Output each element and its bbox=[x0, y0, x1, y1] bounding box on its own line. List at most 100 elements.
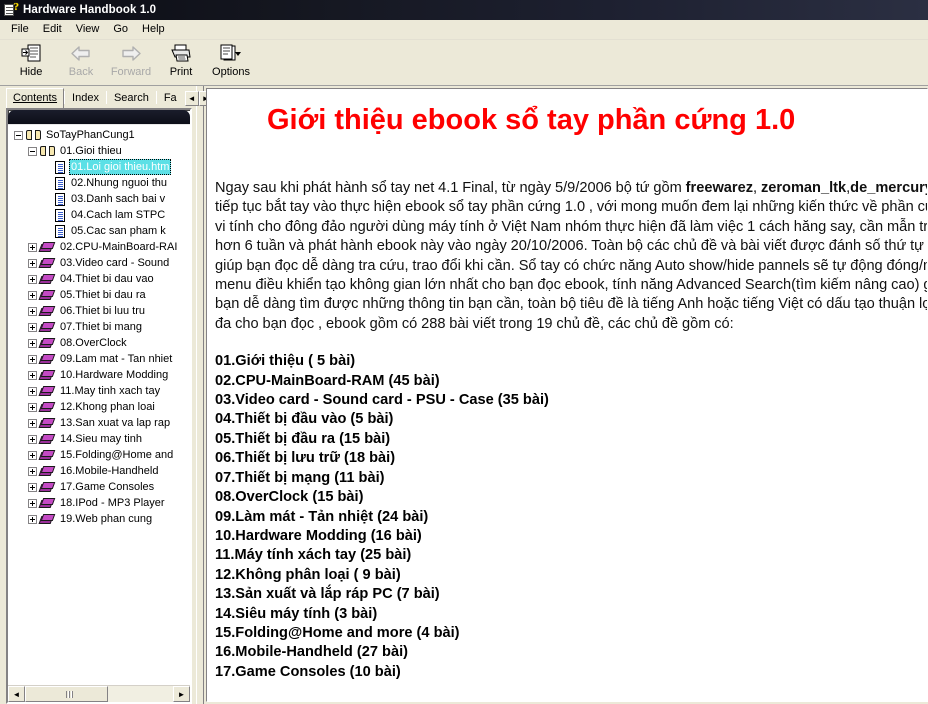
arrow-right-icon bbox=[120, 42, 142, 64]
tree-node[interactable]: 02.CPU-MainBoard-RAI bbox=[8, 239, 190, 255]
print-button[interactable]: Print bbox=[156, 40, 206, 82]
paragraph-text: tiếp tục bắt tay vào thực hiện ebook sổ … bbox=[215, 199, 927, 332]
expand-plus-icon[interactable] bbox=[28, 354, 37, 364]
tree-node[interactable]: 14.Sieu may tinh bbox=[8, 431, 190, 447]
book-closed-icon bbox=[38, 497, 56, 509]
expand-plus-icon[interactable] bbox=[28, 466, 37, 476]
expand-plus-icon[interactable] bbox=[28, 322, 37, 332]
menu-item-edit[interactable]: Edit bbox=[36, 21, 69, 38]
tab-favorites[interactable]: Fa bbox=[156, 88, 184, 108]
tree-node[interactable]: 18.IPod - MP3 Player bbox=[8, 495, 190, 511]
expand-plus-icon[interactable] bbox=[28, 514, 37, 524]
topic-list-item: 05.Thiết bị đầu ra (15 bài) bbox=[215, 430, 391, 447]
tab-contents-label: Contents bbox=[13, 92, 58, 104]
topic-list-item: 16.Mobile-Handheld (27 bài) bbox=[215, 644, 408, 661]
expand-plus-icon[interactable] bbox=[28, 290, 37, 300]
navigation-pane: Contents Index Search Fa ◄ ► SoTayPhanCu… bbox=[0, 86, 213, 704]
help-document-icon: ? bbox=[3, 2, 19, 18]
expand-plus-icon[interactable] bbox=[28, 274, 37, 284]
tree-node[interactable]: 10.Hardware Modding bbox=[8, 367, 190, 383]
tree-node[interactable]: 07.Thiet bi mang bbox=[8, 319, 190, 335]
tree-horizontal-scrollbar[interactable]: ◄ ► bbox=[8, 685, 190, 702]
expand-plus-icon[interactable] bbox=[28, 418, 37, 428]
tree-node[interactable]: 04.Cach lam STPC bbox=[8, 207, 190, 223]
options-icon bbox=[219, 42, 243, 64]
page-icon bbox=[54, 208, 66, 222]
menu-item-file[interactable]: File bbox=[4, 21, 36, 38]
hscroll-track[interactable] bbox=[25, 686, 173, 702]
back-button[interactable]: Back bbox=[56, 40, 106, 82]
tree-node[interactable]: 02.Nhung nguoi thu bbox=[8, 175, 190, 191]
tree-node[interactable]: 04.Thiet bi dau vao bbox=[8, 271, 190, 287]
forward-button[interactable]: Forward bbox=[106, 40, 156, 82]
tab-scroll-left-icon[interactable]: ◄ bbox=[184, 91, 199, 106]
arrow-left-icon bbox=[70, 42, 92, 64]
tree-node-label: 02.CPU-MainBoard-RAI bbox=[60, 241, 178, 253]
paragraph-emphasis: freewarez bbox=[685, 180, 754, 196]
book-open-icon bbox=[40, 145, 55, 157]
expand-plus-icon[interactable] bbox=[28, 482, 37, 492]
tree-node-label: 15.Folding@Home and bbox=[60, 449, 174, 461]
menu-item-go[interactable]: Go bbox=[106, 21, 135, 38]
tree-node[interactable]: 15.Folding@Home and bbox=[8, 447, 190, 463]
expand-plus-icon[interactable] bbox=[28, 386, 37, 396]
book-closed-icon bbox=[38, 241, 56, 253]
expand-plus-icon[interactable] bbox=[28, 434, 37, 444]
expand-plus-icon[interactable] bbox=[28, 306, 37, 316]
expand-plus-icon[interactable] bbox=[28, 402, 37, 412]
tree-node[interactable]: 03.Danh sach bai v bbox=[8, 191, 190, 207]
hide-pane-icon bbox=[21, 42, 41, 64]
paragraph-emphasis: de_ bbox=[850, 180, 876, 196]
tab-search[interactable]: Search bbox=[106, 88, 156, 108]
options-button-label: Options bbox=[212, 66, 250, 78]
tree-node[interactable]: 19.Web phan cung bbox=[8, 511, 190, 527]
tree-node[interactable]: 05.Cac san pham k bbox=[8, 223, 190, 239]
menu-item-view[interactable]: View bbox=[69, 21, 107, 38]
tree-node[interactable]: 06.Thiet bi luu tru bbox=[8, 303, 190, 319]
tree-node[interactable]: 03.Video card - Sound bbox=[8, 255, 190, 271]
title-bar: ? Hardware Handbook 1.0 bbox=[0, 0, 928, 20]
collapse-minus-icon[interactable] bbox=[28, 146, 37, 156]
tree-node-label: 09.Lam mat - Tan nhiet bbox=[60, 353, 173, 365]
tab-contents[interactable]: Contents bbox=[6, 88, 65, 108]
tab-index-label: Index bbox=[72, 92, 99, 104]
book-closed-icon bbox=[38, 257, 56, 269]
book-closed-icon bbox=[38, 321, 56, 333]
hscroll-grip-icon bbox=[65, 690, 67, 698]
contents-tree[interactable]: SoTayPhanCung1 01.Gioi thieu 01.Loi gioi t… bbox=[8, 125, 190, 685]
tree-node[interactable]: 12.Khong phan loai bbox=[8, 399, 190, 415]
hide-button[interactable]: Hide bbox=[6, 40, 56, 82]
expand-plus-icon[interactable] bbox=[28, 258, 37, 268]
tree-node-label: 17.Game Consoles bbox=[60, 481, 155, 493]
hscroll-thumb[interactable] bbox=[25, 686, 108, 702]
collapse-minus-icon[interactable] bbox=[14, 130, 23, 140]
tree-node[interactable]: 16.Mobile-Handheld bbox=[8, 463, 190, 479]
tree-node-label: 06.Thiet bi luu tru bbox=[60, 305, 145, 317]
tree-node[interactable]: 05.Thiet bi dau ra bbox=[8, 287, 190, 303]
tree-node-label: 05.Cac san pham k bbox=[71, 225, 166, 237]
tree-node[interactable]: 17.Game Consoles bbox=[8, 479, 190, 495]
tree-node[interactable]: 11.May tinh xach tay bbox=[8, 383, 190, 399]
hscroll-left-button[interactable]: ◄ bbox=[8, 686, 25, 702]
expand-plus-icon[interactable] bbox=[28, 498, 37, 508]
expand-plus-icon[interactable] bbox=[28, 370, 37, 380]
tree-node[interactable]: 08.OverClock bbox=[8, 335, 190, 351]
tree-node[interactable]: 01.Loi gioi thieu.htm bbox=[8, 159, 190, 175]
book-closed-icon bbox=[38, 369, 56, 381]
menu-item-help[interactable]: Help bbox=[135, 21, 172, 38]
main-area: Contents Index Search Fa ◄ ► SoTayPhanCu… bbox=[0, 86, 928, 704]
tree-node[interactable]: 09.Lam mat - Tan nhiet bbox=[8, 351, 190, 367]
tab-index[interactable]: Index bbox=[65, 88, 106, 108]
tree-node[interactable]: 01.Gioi thieu bbox=[8, 143, 190, 159]
options-button[interactable]: Options bbox=[206, 40, 256, 82]
expand-plus-icon[interactable] bbox=[28, 450, 37, 460]
expand-plus-icon[interactable] bbox=[28, 338, 37, 348]
hscroll-right-button[interactable]: ► bbox=[173, 686, 190, 702]
topic-list-item: 12.Không phân loại ( 9 bài) bbox=[215, 566, 401, 583]
content-pane: Giới thiệu ebook sổ tay phần cứng 1.0 Ng… bbox=[204, 86, 928, 704]
expand-plus-icon[interactable] bbox=[28, 242, 37, 252]
tree-node[interactable]: SoTayPhanCung1 bbox=[8, 127, 190, 143]
page-icon bbox=[54, 160, 66, 174]
pane-splitter[interactable] bbox=[196, 86, 204, 704]
tree-node[interactable]: 13.San xuat va lap rap bbox=[8, 415, 190, 431]
